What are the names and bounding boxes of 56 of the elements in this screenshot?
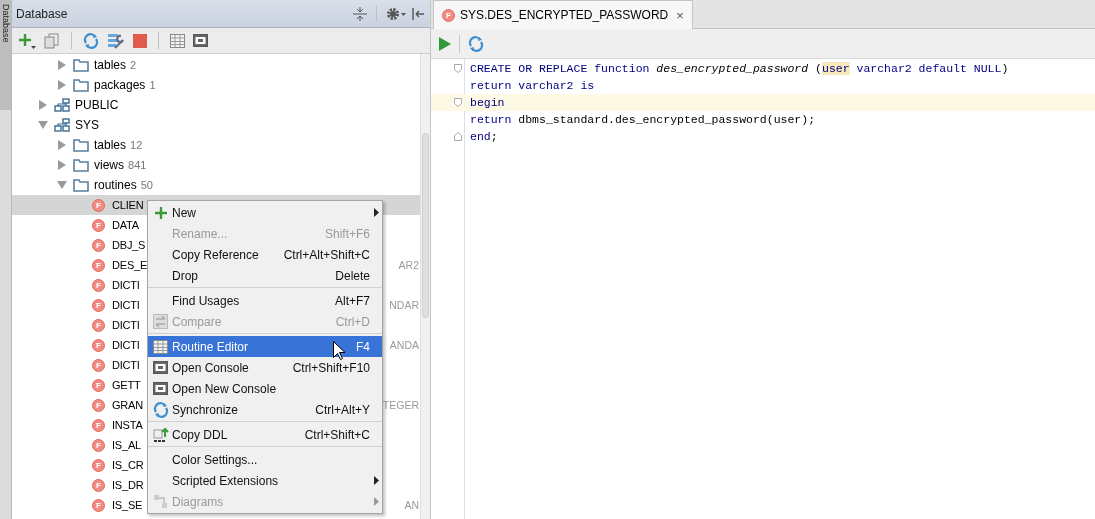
function-icon: F (92, 458, 105, 472)
function-icon: F (92, 258, 105, 272)
tree-item-label: CLIEN (112, 199, 144, 211)
code-line: end; (469, 130, 498, 143)
tree-item-label: IS_CR (112, 459, 144, 471)
tree-item-label: routines (94, 178, 137, 192)
function-icon: F (92, 198, 105, 212)
code-line: return varchar2 is (469, 79, 595, 92)
function-icon: F (92, 418, 105, 432)
code-line: begin (469, 96, 505, 109)
item-count: 1 (149, 79, 156, 91)
function-icon: F (92, 298, 105, 312)
routine-signature: ANDA (389, 339, 420, 351)
routine-signature: NDAR (389, 299, 420, 311)
function-icon: F (442, 8, 455, 22)
function-icon: F (92, 378, 105, 392)
panel-title: Database (16, 6, 68, 21)
tree-item-label: tables (94, 58, 127, 72)
code-line: return dbms_standard.des_encrypted_password(user); (469, 113, 816, 126)
code-line: CREATE OR REPLACE function des_encrypted_password (user varchar2 default NULL) (469, 62, 1009, 75)
tree-item-label: DICTI (112, 319, 140, 331)
function-icon: F (92, 318, 105, 332)
routine-signature: AR2 (398, 259, 420, 271)
function-icon: F (92, 398, 105, 412)
tree-item-label: DICTI (112, 279, 140, 291)
item-count: 841 (128, 159, 147, 171)
function-icon: F (92, 218, 105, 232)
function-icon: F (92, 238, 105, 252)
routine-signature: AN (404, 499, 420, 511)
function-icon: F (92, 438, 105, 452)
routine-signature: TEGER (382, 399, 420, 411)
tree-item-label: DICTI (112, 359, 140, 371)
tree-item-label: DBJ_S (112, 239, 146, 251)
tree-item-label: INSTA (112, 419, 143, 431)
function-icon: F (92, 278, 105, 292)
tree-item-label: DES_E (112, 259, 148, 271)
tree-item-label: PUBLIC (75, 98, 119, 112)
tree-item-label: DATA (112, 219, 139, 231)
item-count: 50 (140, 179, 153, 191)
item-count: 2 (130, 59, 137, 71)
tree-item-label: views (94, 158, 124, 172)
item-count: 12 (130, 139, 143, 151)
tree-item-label: tables (94, 138, 127, 152)
tree-item-label: GRAN (112, 399, 143, 411)
tree-item-label: DICTI (112, 339, 140, 351)
tree-item-label: IS_AL (112, 439, 141, 451)
tree-item-label: SYS (75, 118, 99, 132)
function-icon: F (92, 478, 105, 492)
function-icon: F (92, 338, 105, 352)
tree-item-label: DICTI (112, 299, 140, 311)
tree-item-label: packages (94, 78, 146, 92)
function-icon: F (92, 358, 105, 372)
tree-item-label: IS_SE (112, 499, 143, 511)
tree-item-label: GETT (112, 379, 141, 391)
tree-item-label: IS_DR (112, 479, 144, 491)
function-icon: F (92, 498, 105, 512)
